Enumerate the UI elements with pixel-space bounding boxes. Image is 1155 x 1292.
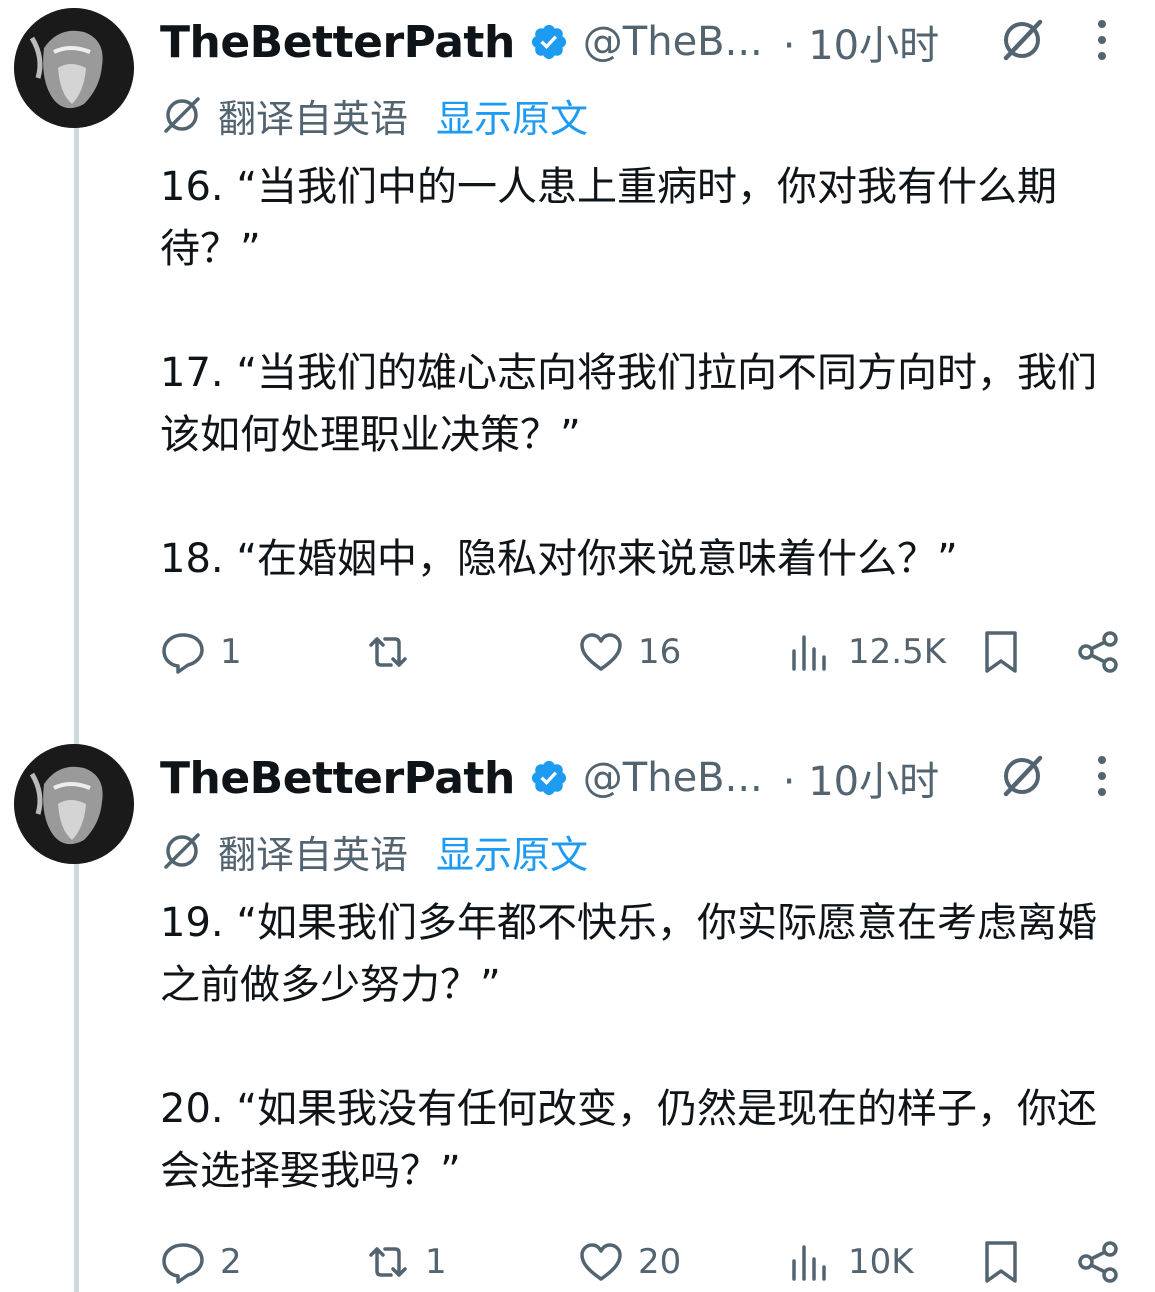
reply-icon: [162, 633, 204, 674]
timestamp[interactable]: · 10小时: [783, 13, 939, 71]
translate-icon: [164, 97, 200, 133]
author-handle[interactable]: @TheB...: [583, 755, 763, 801]
repost-icon: [369, 1247, 407, 1277]
like-button[interactable]: 16: [578, 622, 681, 682]
bookmark-icon: [985, 631, 1017, 673]
show-original-link[interactable]: 显示原文: [436, 88, 588, 143]
avatar[interactable]: [14, 8, 134, 128]
tweet-text: 19. “如果我们多年都不快乐，你实际愿意在考虑离婚之前做多少努力？” 20. …: [160, 892, 1120, 1202]
views-button[interactable]: 10K: [788, 1232, 914, 1292]
views-icon: [792, 635, 826, 671]
bookmark-button[interactable]: [978, 622, 1024, 682]
tweet-paragraph: 19. “如果我们多年都不快乐，你实际愿意在考虑离婚之前做多少努力？”: [160, 900, 1098, 1008]
grok-icon[interactable]: [996, 750, 1048, 802]
reply-count: 2: [220, 1242, 242, 1282]
share-button[interactable]: [1076, 622, 1122, 682]
share-icon: [1078, 1241, 1118, 1283]
translated-label: 翻译自英语: [218, 96, 409, 141]
bookmark-button[interactable]: [978, 1232, 1024, 1292]
share-icon: [1078, 631, 1118, 673]
more-icon[interactable]: [1092, 754, 1112, 798]
repost-count: 1: [425, 1242, 447, 1282]
views-icon: [792, 1245, 826, 1281]
translated-label: 翻译自英语: [218, 832, 409, 877]
tweet-paragraph: 16. “当我们中的一人患上重病时，你对我有什么期待？”: [160, 164, 1058, 272]
like-button[interactable]: 20: [578, 1232, 681, 1292]
tweet-paragraph: 20. “如果我没有任何改变，仍然是现在的样子，你还会选择娶我吗？”: [160, 1086, 1098, 1194]
verified-badge-icon: [531, 760, 566, 796]
thread-connector-line: [74, 128, 79, 1292]
reply-count: 1: [220, 632, 242, 672]
like-icon: [580, 1243, 622, 1281]
repost-button[interactable]: [365, 622, 425, 682]
avatar[interactable]: [14, 744, 134, 864]
reply-button[interactable]: 2: [160, 1232, 242, 1292]
reply-icon: [162, 1243, 204, 1284]
translate-icon: [164, 833, 200, 869]
view-count: 10K: [848, 1242, 914, 1282]
show-original-link[interactable]: 显示原文: [436, 824, 588, 879]
author-handle[interactable]: @TheB...: [583, 19, 763, 65]
timestamp[interactable]: · 10小时: [783, 749, 939, 807]
like-count: 16: [638, 632, 682, 672]
like-icon: [580, 633, 622, 671]
bookmark-icon: [985, 1241, 1017, 1283]
views-button[interactable]: 12.5K: [788, 622, 946, 682]
action-bar: 2 1 20 10K: [160, 1232, 1130, 1292]
tweet-paragraph: 17. “当我们的雄心志向将我们拉向不同方向时，我们该如何处理职业决策？”: [160, 350, 1098, 458]
view-count: 12.5K: [848, 632, 946, 672]
author-name[interactable]: TheBetterPath: [160, 753, 515, 804]
repost-button[interactable]: 1: [365, 1232, 447, 1292]
reply-button[interactable]: 1: [160, 622, 242, 682]
like-count: 20: [638, 1242, 682, 1282]
tweet-paragraph: 18. “在婚姻中，隐私对你来说意味着什么？”: [160, 536, 958, 582]
tweet-text: 16. “当我们中的一人患上重病时，你对我有什么期待？” 17. “当我们的雄心…: [160, 156, 1120, 590]
verified-badge-icon: [531, 24, 566, 60]
share-button[interactable]: [1076, 1232, 1122, 1292]
action-bar: 1 16 12.5K: [160, 622, 1130, 682]
author-name[interactable]: TheBetterPath: [160, 17, 515, 68]
more-icon[interactable]: [1092, 18, 1112, 62]
grok-icon[interactable]: [996, 14, 1048, 66]
repost-icon: [369, 637, 407, 667]
